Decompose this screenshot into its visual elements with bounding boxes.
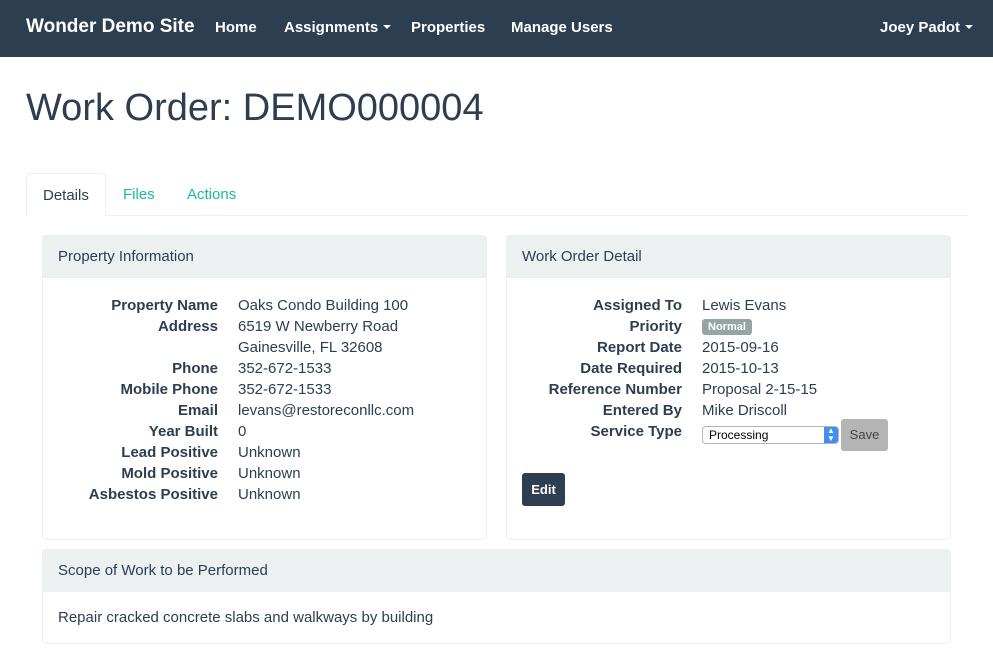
value-lead-positive: Unknown: [238, 444, 301, 461]
label-entered-by: Entered By: [602, 402, 682, 419]
label-lead-positive: Lead Positive: [121, 444, 218, 461]
nav-properties[interactable]: Properties: [411, 19, 485, 36]
edit-button[interactable]: Edit: [522, 473, 565, 506]
label-service-type: Service Type: [590, 423, 682, 440]
caret-down-icon: [383, 25, 392, 30]
service-type-select[interactable]: Processing ▲ ▼: [702, 426, 839, 444]
value-property-name: Oaks Condo Building 100: [238, 297, 409, 314]
label-property-name: Property Name: [111, 297, 218, 314]
work-order-detail-heading: Work Order Detail: [507, 236, 950, 278]
scope-of-work-heading: Scope of Work to be Performed: [43, 550, 950, 592]
label-priority: Priority: [629, 318, 682, 335]
value-mold-positive: Unknown: [238, 465, 301, 482]
value-mobile-phone: 352-672-1533: [238, 381, 332, 398]
tab-actions[interactable]: Actions: [171, 173, 252, 216]
value-asbestos-positive: Unknown: [238, 486, 301, 503]
navbar: Wonder Demo Site Home Assignments Proper…: [0, 0, 993, 57]
scope-of-work-text: Repair cracked concrete slabs and walkwa…: [58, 609, 434, 626]
tab-bar: Details Files Actions: [26, 173, 967, 217]
select-arrows-icon: ▲ ▼: [824, 427, 838, 443]
label-phone: Phone: [172, 360, 218, 377]
value-year-built: 0: [238, 423, 247, 440]
label-assigned-to: Assigned To: [593, 297, 682, 314]
value-email: levans@restoreconllc.com: [238, 402, 415, 419]
label-mobile-phone: Mobile Phone: [120, 381, 219, 398]
value-address-line2: Gainesville, FL 32608: [238, 339, 383, 356]
nav-assignments-dropdown[interactable]: Assignments: [284, 19, 392, 36]
scope-of-work-panel: Scope of Work to be Performed: [42, 549, 951, 644]
service-type-selected: Processing: [709, 428, 769, 442]
label-email: Email: [177, 402, 218, 419]
user-name: Joey Padot: [880, 19, 961, 36]
tab-details[interactable]: Details: [26, 173, 106, 217]
page-title: Work Order: DEMO000004: [26, 87, 484, 129]
label-mold-positive: Mold Positive: [121, 465, 218, 482]
value-assigned-to: Lewis Evans: [702, 297, 787, 314]
value-report-date: 2015-09-16: [702, 339, 779, 356]
user-menu-dropdown[interactable]: Joey Padot: [880, 19, 974, 36]
nav-manage-users[interactable]: Manage Users: [511, 19, 613, 36]
value-date-required: 2015-10-13: [702, 360, 779, 377]
caret-down-icon: [965, 25, 974, 30]
value-address-line1: 6519 W Newberry Road: [238, 318, 399, 335]
property-info-heading: Property Information: [43, 236, 486, 278]
value-phone: 352-672-1533: [238, 360, 332, 377]
value-reference-number: Proposal 2-15-15: [702, 381, 818, 398]
save-button[interactable]: Save: [841, 419, 888, 451]
label-reference-number: Reference Number: [548, 381, 682, 398]
nav-home[interactable]: Home: [215, 19, 257, 36]
nav-assignments-label: Assignments: [284, 19, 379, 36]
priority-badge: Normal: [702, 319, 752, 335]
label-asbestos-positive: Asbestos Positive: [88, 486, 218, 503]
brand-link[interactable]: Wonder Demo Site: [26, 16, 195, 38]
label-date-required: Date Required: [580, 360, 682, 377]
label-year-built: Year Built: [148, 423, 218, 440]
label-report-date: Report Date: [596, 339, 682, 356]
tab-files[interactable]: Files: [107, 173, 171, 216]
value-entered-by: Mike Driscoll: [702, 402, 788, 419]
label-address: Address: [157, 318, 218, 335]
